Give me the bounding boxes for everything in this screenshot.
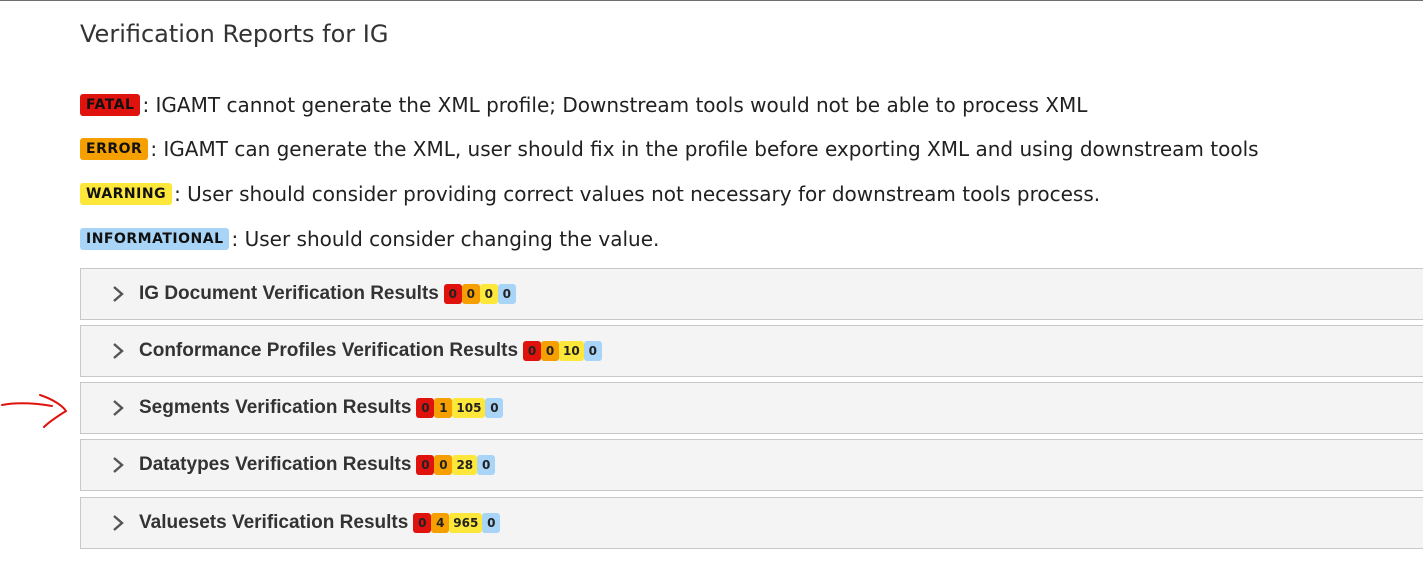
legend-row-warning: WARNING : User should consider providing…	[80, 181, 1100, 207]
warning-description: : User should consider providing correct…	[174, 182, 1101, 206]
section-title[interactable]: Datatypes Verification Results	[139, 454, 411, 476]
fatal-severity-tag: FATAL	[80, 94, 141, 116]
accordion-ig-document[interactable]: IG Document Verification Results 0 0 0 0	[80, 268, 1423, 320]
error-count-badge: 0	[541, 341, 560, 361]
count-badges: 0 0 28 0	[416, 455, 496, 475]
error-count-badge: 1	[434, 398, 453, 418]
informational-count-badge: 0	[485, 398, 504, 418]
error-count-badge: 0	[461, 284, 480, 304]
warning-count-badge: 28	[452, 455, 478, 475]
fatal-description: : IGAMT cannot generate the XML profile;…	[142, 93, 1088, 117]
count-badges: 0 0 0 0	[443, 284, 516, 304]
legend-row-informational: INFORMATIONAL : User should consider cha…	[80, 226, 659, 252]
fatal-count-badge: 0	[443, 284, 462, 304]
chevron-right-icon[interactable]	[111, 285, 125, 303]
count-badges: 0 0 10 0	[523, 341, 602, 361]
fatal-count-badge: 0	[416, 398, 435, 418]
informational-count-badge: 0	[583, 341, 602, 361]
chevron-right-icon[interactable]	[111, 514, 125, 532]
section-title[interactable]: Valuesets Verification Results	[139, 512, 408, 534]
legend-row-fatal: FATAL : IGAMT cannot generate the XML pr…	[80, 92, 1087, 118]
error-count-badge: 0	[434, 455, 453, 475]
informational-count-badge: 0	[497, 284, 516, 304]
legend-row-error: ERROR : IGAMT can generate the XML, user…	[80, 136, 1259, 162]
informational-severity-tag: INFORMATIONAL	[80, 228, 230, 250]
informational-count-badge: 0	[477, 455, 496, 475]
section-title[interactable]: Conformance Profiles Verification Result…	[139, 340, 518, 362]
page-title: Verification Reports for IG	[80, 20, 389, 48]
accordion-datatypes[interactable]: Datatypes Verification Results 0 0 28 0	[80, 439, 1423, 491]
fatal-count-badge: 0	[416, 455, 435, 475]
count-badges: 0 4 965 0	[413, 513, 501, 533]
fatal-count-badge: 0	[413, 513, 432, 533]
warning-count-badge: 0	[479, 284, 498, 304]
warning-severity-tag: WARNING	[80, 183, 173, 205]
top-divider	[0, 0, 1423, 1]
section-title[interactable]: Segments Verification Results	[139, 397, 411, 419]
fatal-count-badge: 0	[523, 341, 542, 361]
warning-count-badge: 10	[559, 341, 584, 361]
chevron-right-icon[interactable]	[111, 342, 125, 360]
warning-count-badge: 965	[449, 513, 483, 533]
informational-count-badge: 0	[482, 513, 501, 533]
warning-count-badge: 105	[452, 398, 486, 418]
chevron-right-icon[interactable]	[111, 399, 125, 417]
red-arrow-annotation	[1, 394, 68, 428]
count-badges: 0 1 105 0	[416, 398, 504, 418]
informational-description: : User should consider changing the valu…	[231, 227, 660, 251]
accordion-valuesets[interactable]: Valuesets Verification Results 0 4 965 0	[80, 497, 1423, 549]
section-title[interactable]: IG Document Verification Results	[139, 283, 439, 305]
error-description: : IGAMT can generate the XML, user shoul…	[150, 137, 1259, 161]
accordion-segments[interactable]: Segments Verification Results 0 1 105 0	[80, 382, 1423, 434]
error-severity-tag: ERROR	[80, 138, 149, 160]
accordion-conformance-profiles[interactable]: Conformance Profiles Verification Result…	[80, 325, 1423, 377]
error-count-badge: 4	[431, 513, 450, 533]
chevron-right-icon[interactable]	[111, 456, 125, 474]
